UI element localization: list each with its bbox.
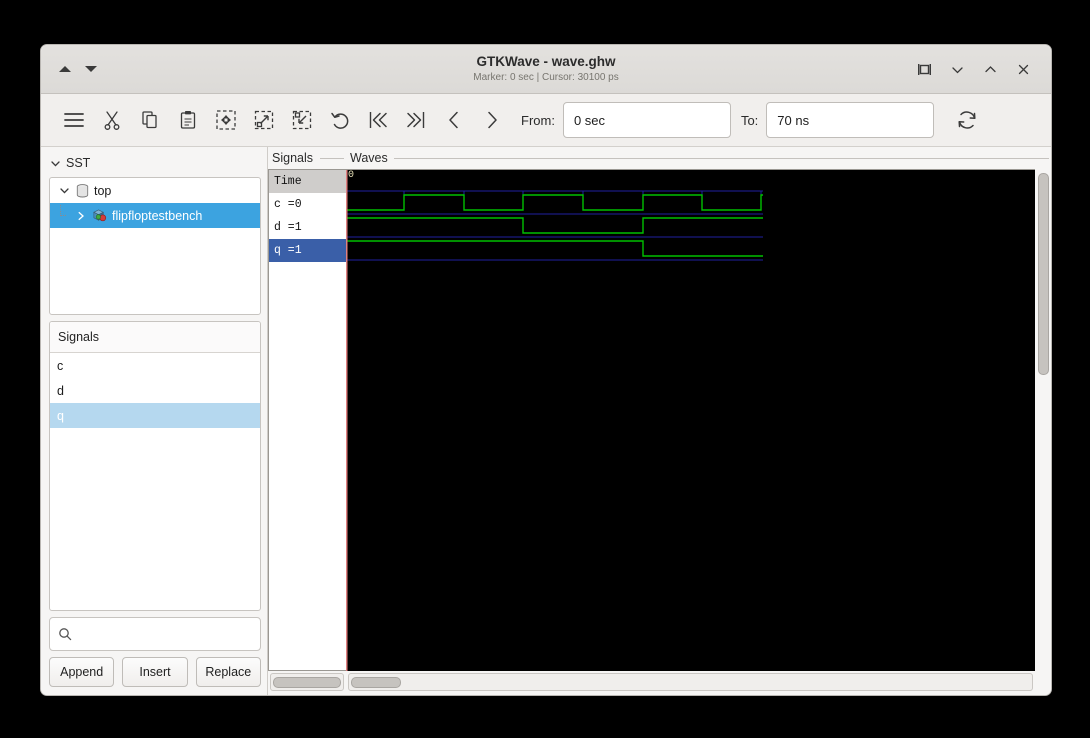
signal-list-panel: Signals c d q: [49, 321, 261, 611]
gtkwave-window: GTKWave - wave.ghw Marker: 0 sec | Curso…: [40, 44, 1052, 696]
window-title: GTKWave - wave.ghw: [476, 53, 616, 69]
wave-view-pane: Waves 0: [346, 147, 1051, 695]
next-edge-icon[interactable]: [473, 101, 511, 139]
signals-pane-label: Signals: [272, 151, 313, 165]
names-hscroll-thumb[interactable]: [273, 676, 341, 688]
wave-signal-names-pane: Signals Time c =0 d =1 q =1: [267, 147, 346, 695]
tree-item-label: flipfloptestbench: [112, 208, 203, 223]
list-item[interactable]: q: [50, 403, 260, 428]
copy-icon[interactable]: [131, 101, 169, 139]
chevron-down-icon: [51, 160, 60, 167]
close-window-icon[interactable]: [1016, 62, 1031, 77]
window-controls: [917, 62, 1051, 77]
tree-item-top[interactable]: top: [50, 178, 260, 203]
signal-name: c: [57, 358, 64, 373]
waves-pane-label: Waves: [350, 151, 388, 165]
to-label: To:: [740, 112, 759, 128]
zoom-in-icon[interactable]: [245, 101, 283, 139]
wave-row-d[interactable]: d =1: [269, 216, 346, 239]
signal-name-rows[interactable]: Time c =0 d =1 q =1: [268, 169, 346, 671]
signal-list-header: Signals: [50, 322, 260, 353]
reload-icon[interactable]: [948, 101, 986, 139]
chevron-down-icon: [60, 188, 69, 194]
to-input[interactable]: [766, 102, 935, 138]
wave-area: 0: [346, 169, 1051, 671]
sst-label: SST: [66, 156, 91, 170]
from-input[interactable]: [562, 102, 731, 138]
wave-row-c[interactable]: c =0: [269, 193, 346, 216]
cut-icon[interactable]: [93, 101, 131, 139]
instance-cube-icon: [93, 209, 107, 222]
title-bar: GTKWave - wave.ghw Marker: 0 sec | Curso…: [41, 45, 1051, 94]
wave-hscrollbar[interactable]: [348, 673, 1033, 691]
scroll-up-icon[interactable]: [59, 66, 71, 72]
signal-name: q: [57, 408, 64, 423]
zoom-undo-icon[interactable]: [321, 101, 359, 139]
sst-tree[interactable]: top flipfloptestbench: [49, 177, 261, 315]
signals-pane-title: Signals: [268, 147, 346, 169]
time-row-label: Time: [269, 170, 346, 193]
replace-button[interactable]: Replace: [195, 657, 261, 687]
search-icon: [59, 628, 72, 641]
title-bar-left-controls: [41, 66, 97, 72]
from-label: From:: [521, 112, 555, 128]
zoom-fit-icon[interactable]: [207, 101, 245, 139]
goto-end-icon[interactable]: [397, 101, 435, 139]
names-hscrollbar[interactable]: [270, 673, 344, 691]
sst-header[interactable]: SST: [49, 155, 261, 171]
prev-edge-icon[interactable]: [435, 101, 473, 139]
waveform-canvas[interactable]: 0: [346, 169, 1035, 671]
scroll-down-icon[interactable]: [85, 66, 97, 72]
wave-vscroll-thumb[interactable]: [1037, 173, 1049, 375]
pane-title-rule: [320, 158, 344, 159]
tree-item-label: top: [94, 183, 112, 198]
minimize-window-icon[interactable]: [950, 62, 965, 77]
chevron-right-icon: [78, 211, 84, 220]
search-input[interactable]: [78, 626, 252, 642]
module-cylinder-icon: [76, 183, 89, 197]
signal-search-box[interactable]: [49, 617, 261, 651]
waveform-plot: [346, 170, 763, 671]
maximize-window-icon[interactable]: [983, 62, 998, 77]
goto-start-icon[interactable]: [359, 101, 397, 139]
title-bar-center: GTKWave - wave.ghw Marker: 0 sec | Curso…: [41, 45, 1051, 93]
menu-icon[interactable]: [55, 101, 93, 139]
zoom-out-icon[interactable]: [283, 101, 321, 139]
signal-action-buttons: Append Insert Replace: [49, 657, 261, 687]
tree-item-flipfloptestbench[interactable]: flipfloptestbench: [50, 203, 260, 228]
paste-icon[interactable]: [169, 101, 207, 139]
list-item[interactable]: d: [50, 378, 260, 403]
insert-button[interactable]: Insert: [122, 657, 188, 687]
main-body: SST top flipfloptestbench Signals c d q …: [41, 147, 1051, 695]
sst-sidebar: SST top flipfloptestbench Signals c d q …: [41, 147, 267, 695]
append-button[interactable]: Append: [49, 657, 115, 687]
signal-list-body[interactable]: c d q: [50, 353, 260, 610]
signal-name: d: [57, 383, 64, 398]
tree-guide-line: [56, 204, 70, 223]
wave-hscroll-thumb[interactable]: [351, 676, 401, 688]
pane-title-rule: [394, 158, 1049, 159]
list-item[interactable]: c: [50, 353, 260, 378]
main-toolbar: From: To:: [41, 94, 1051, 147]
restore-window-icon[interactable]: [917, 62, 932, 77]
waves-pane-title: Waves: [346, 147, 1051, 169]
wave-vscrollbar[interactable]: [1035, 169, 1051, 671]
wave-row-q[interactable]: q =1: [269, 239, 346, 262]
marker-cursor-status: Marker: 0 sec | Cursor: 30100 ps: [473, 71, 619, 83]
